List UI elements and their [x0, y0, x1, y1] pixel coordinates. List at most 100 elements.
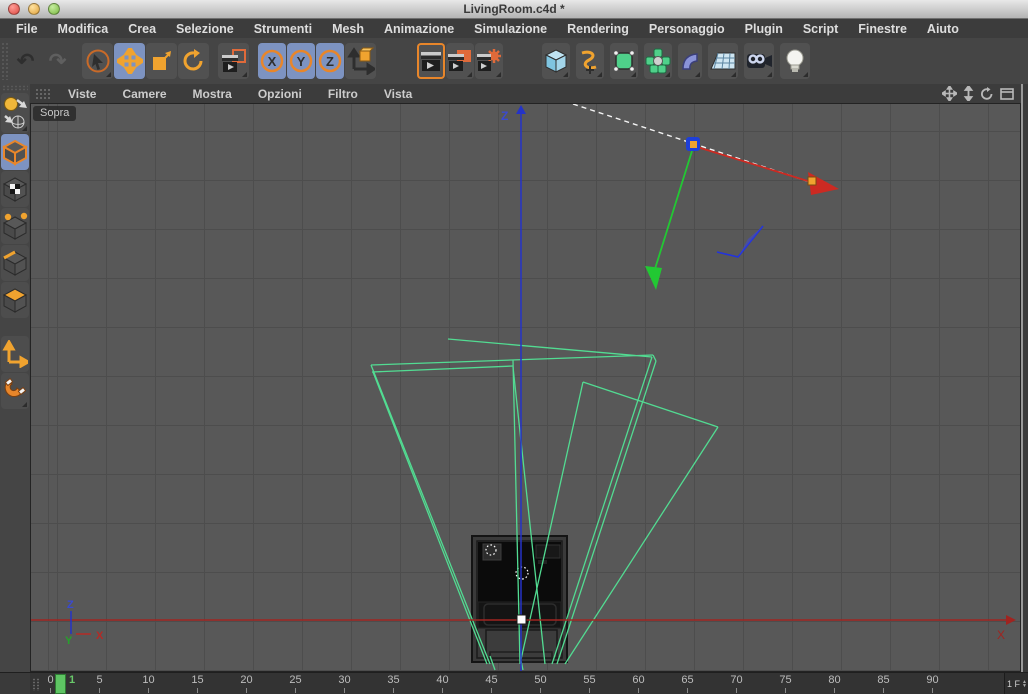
add-deformer-button[interactable] — [678, 43, 702, 79]
axis-mode-button[interactable] — [1, 336, 29, 372]
y-axis-arrow[interactable] — [645, 266, 662, 290]
menu-item[interactable]: Strumenti — [244, 22, 322, 36]
add-hypernurbs-button[interactable] — [610, 43, 638, 79]
viewport-menu-item[interactable]: Viste — [55, 87, 109, 101]
y-axis-lock-button[interactable]: Y — [287, 43, 315, 79]
timeline-drag-handle[interactable] — [32, 678, 40, 691]
add-camera-button[interactable] — [744, 43, 774, 79]
svg-text:X: X — [997, 628, 1005, 642]
maximize-view-icon[interactable] — [1000, 87, 1014, 100]
panel-divider[interactable] — [1021, 84, 1028, 672]
window-title: LivingRoom.c4d * — [463, 2, 565, 16]
undo-button[interactable]: ↶ — [10, 43, 41, 79]
viewport-menu-item[interactable]: Filtro — [315, 87, 371, 101]
model-mode-icon — [2, 139, 28, 166]
add-light-button[interactable] — [780, 43, 810, 79]
origin-axis-gizmo: Z Y X — [65, 599, 104, 647]
viewport-menu-item[interactable]: Vista — [371, 87, 425, 101]
timeline-tick: 20 — [222, 673, 271, 694]
render-region-button[interactable] — [446, 43, 474, 79]
viewport-menu-item[interactable]: Camere — [109, 87, 179, 101]
menu-item[interactable]: Aiuto — [917, 22, 969, 36]
svg-text:Z: Z — [326, 54, 334, 69]
frame-stepper-arrows[interactable]: ▲ ▼ — [1022, 680, 1028, 689]
add-spline-button[interactable] — [576, 43, 604, 79]
make-editable-icon — [4, 97, 27, 129]
rotate-tool-button[interactable] — [178, 43, 209, 79]
timeline-tick: 90 — [908, 673, 957, 694]
rotate-icon — [183, 49, 202, 71]
rotate-view-icon[interactable] — [980, 86, 994, 101]
snap-magnet-button[interactable] — [1, 373, 29, 409]
menu-item[interactable]: File — [6, 22, 48, 36]
toolbar: ↶ ↷ X Y Z — [0, 38, 1028, 84]
timeline-tick: 15 — [173, 673, 222, 694]
pan-view-icon[interactable] — [942, 86, 957, 101]
menu-item[interactable]: Animazione — [374, 22, 464, 36]
timeline: 0 5 10 15 20 25 30 35 40 45 50 55 60 65 … — [0, 672, 1028, 694]
light-manipulator[interactable] — [572, 104, 839, 290]
menu-item[interactable]: Selezione — [166, 22, 244, 36]
svg-text:Y: Y — [297, 54, 306, 69]
x-axis-lock-button[interactable]: X — [258, 43, 286, 79]
render-view-button[interactable] — [417, 43, 445, 79]
menu-item[interactable]: Personaggio — [639, 22, 735, 36]
edge-mode-button[interactable] — [1, 245, 29, 281]
menu-item[interactable]: Simulazione — [464, 22, 557, 36]
point-mode-button[interactable] — [1, 208, 29, 244]
floor-grid-icon — [710, 52, 736, 70]
add-array-button[interactable] — [644, 43, 672, 79]
zoom-view-icon[interactable] — [963, 86, 974, 101]
frame-spinner[interactable]: 1 F ▲ ▼ — [1004, 673, 1028, 694]
timeline-tick: 35 — [369, 673, 418, 694]
make-editable-button[interactable] — [1, 93, 29, 133]
texture-mode-button[interactable] — [1, 171, 29, 207]
redo-button[interactable]: ↷ — [42, 43, 73, 79]
last-used-tool-button[interactable] — [218, 43, 249, 79]
spline-icon — [581, 50, 597, 74]
viewport-top-view[interactable]: Sopra Z X Z Y X — [30, 103, 1021, 672]
y-axis-icon: Y — [289, 49, 313, 73]
model-mode-button[interactable] — [1, 134, 29, 170]
viewport-drag-handle[interactable] — [35, 87, 51, 100]
scale-tool-button[interactable] — [146, 43, 177, 79]
move-tool-button[interactable] — [114, 43, 145, 79]
menu-item[interactable]: Modifica — [48, 22, 119, 36]
toolbar-drag-handle[interactable] — [1, 42, 8, 80]
timeline-playhead[interactable] — [55, 674, 66, 694]
camera-icon — [747, 54, 772, 68]
live-selection-icon — [86, 49, 109, 73]
viewport-menu-item[interactable]: Mostra — [180, 87, 245, 101]
timeline-ruler[interactable]: 0 5 10 15 20 25 30 35 40 45 50 55 60 65 … — [30, 673, 1004, 694]
svg-text:X: X — [268, 54, 277, 69]
menu-item[interactable]: Plugin — [735, 22, 793, 36]
svg-text:Z: Z — [67, 599, 74, 611]
svg-text:X: X — [96, 630, 104, 642]
live-selection-button[interactable] — [82, 43, 113, 79]
timeline-tick: 70 — [712, 673, 761, 694]
coordinate-system-button[interactable] — [345, 43, 376, 79]
menu-item[interactable]: Script — [793, 22, 848, 36]
polygon-mode-button[interactable] — [1, 282, 29, 318]
light-bulb-icon — [786, 49, 804, 72]
bend-deformer-icon — [682, 53, 698, 70]
object-axis-handle[interactable] — [516, 614, 527, 625]
add-floor-button[interactable] — [708, 43, 738, 79]
svg-text:Y: Y — [65, 635, 73, 647]
timeline-tick: 40 — [418, 673, 467, 694]
timeline-tick: 50 — [516, 673, 565, 694]
redo-icon: ↷ — [48, 49, 67, 73]
viewport-menu-item[interactable]: Opzioni — [245, 87, 315, 101]
add-cube-button[interactable] — [542, 43, 570, 79]
timeline-tick: 55 — [565, 673, 614, 694]
menu-item[interactable]: Finestre — [848, 22, 917, 36]
timeline-tick: 85 — [859, 673, 908, 694]
menu-item[interactable]: Crea — [118, 22, 166, 36]
menu-item[interactable]: Mesh — [322, 22, 374, 36]
polygon-mode-icon — [2, 288, 28, 313]
render-settings-button[interactable] — [475, 43, 503, 79]
palette-drag-handle[interactable] — [2, 85, 28, 91]
z-axis-lock-button[interactable]: Z — [316, 43, 344, 79]
view-name-badge: Sopra — [33, 106, 77, 121]
menu-item[interactable]: Rendering — [557, 22, 639, 36]
